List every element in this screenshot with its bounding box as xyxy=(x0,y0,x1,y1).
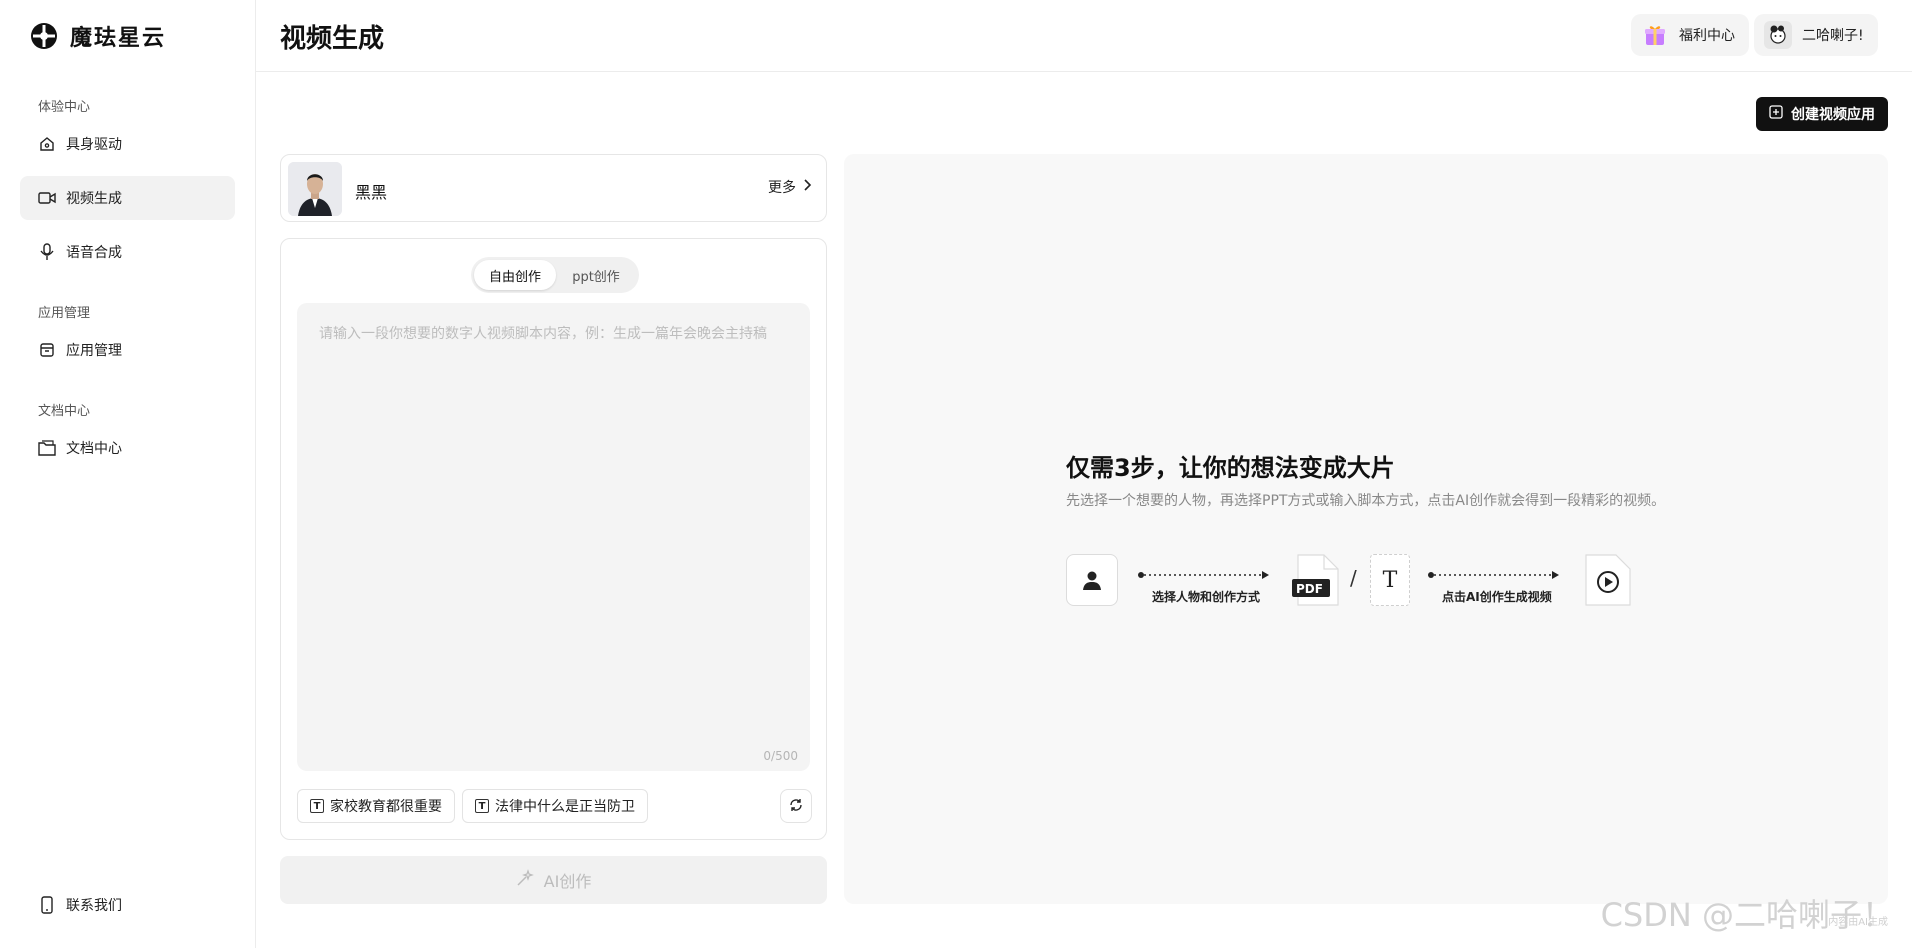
gift-icon xyxy=(1641,21,1669,49)
script-input[interactable] xyxy=(297,303,810,771)
home-icon xyxy=(38,135,56,153)
plus-square-icon xyxy=(1769,105,1783,123)
character-avatar xyxy=(288,162,342,216)
header: 视频生成 福利中心 二哈喇子! xyxy=(256,0,1912,72)
step2-label: 点击AI创作生成视频 xyxy=(1442,590,1552,604)
sidebar-item-label: 语音合成 xyxy=(66,245,122,261)
step-text: T xyxy=(1370,554,1410,606)
step-video xyxy=(1584,554,1632,606)
section-title-experience: 体验中心 xyxy=(38,100,91,115)
video-icon xyxy=(38,189,56,207)
step-person xyxy=(1066,554,1118,606)
brand-name: 魔珐星云 xyxy=(70,26,167,51)
section-title-app-management: 应用管理 xyxy=(38,306,91,321)
sidebar-item-label: 文档中心 xyxy=(66,441,122,457)
text-icon: T xyxy=(310,799,324,813)
character-selector[interactable]: 黑黑 更多 xyxy=(280,154,827,222)
brand[interactable]: 魔珐星云 xyxy=(30,20,166,52)
user-name: 二哈喇子! xyxy=(1802,28,1864,44)
step-pdf: PDF xyxy=(1292,554,1340,606)
welfare-center-button[interactable]: 福利中心 xyxy=(1631,14,1749,56)
create-video-app-button[interactable]: 创建视频应用 xyxy=(1756,97,1888,131)
section-title-docs: 文档中心 xyxy=(38,404,91,419)
char-counter: 0/500 xyxy=(763,749,798,763)
sidebar-item-video-generation[interactable]: 视频生成 xyxy=(20,176,235,220)
pdf-file-icon xyxy=(1292,554,1339,606)
welfare-center-label: 福利中心 xyxy=(1679,28,1735,44)
text-icon-label: T xyxy=(1382,567,1398,593)
text-file-icon: T xyxy=(1370,554,1410,606)
chevron-right-icon xyxy=(804,179,812,195)
tab-free-creation[interactable]: 自由创作 xyxy=(474,260,556,290)
tab-ppt-creation[interactable]: ppt创作 xyxy=(556,260,636,290)
box-icon xyxy=(38,341,56,359)
person-icon xyxy=(1066,554,1118,606)
sparkle-icon xyxy=(516,869,534,891)
preview-title: 仅需3步，让你的想法变成大片 xyxy=(1066,454,1395,482)
sidebar-item-app-management[interactable]: 应用管理 xyxy=(20,328,235,372)
refresh-suggestions-button[interactable] xyxy=(780,789,812,823)
create-video-app-label: 创建视频应用 xyxy=(1791,107,1875,123)
suggestion-label: 家校教育都很重要 xyxy=(330,799,442,815)
refresh-icon xyxy=(789,797,803,816)
sidebar-item-embodied-drive[interactable]: 具身驱动 xyxy=(20,122,235,166)
sidebar-item-label: 具身驱动 xyxy=(66,137,122,153)
suggestion-chip[interactable]: T 法律中什么是正当防卫 xyxy=(462,789,648,823)
folder-icon xyxy=(38,439,56,457)
page-title: 视频生成 xyxy=(280,24,385,54)
user-menu-button[interactable]: 二哈喇子! xyxy=(1754,14,1878,56)
character-name: 黑黑 xyxy=(355,183,388,202)
brand-logo-icon xyxy=(31,23,57,49)
slash-separator: / xyxy=(1350,566,1357,590)
suggestion-chip[interactable]: T 家校教育都很重要 xyxy=(297,789,455,823)
contact-us-label: 联系我们 xyxy=(66,898,122,914)
ai-create-label: AI创作 xyxy=(543,872,592,891)
arrow-icon xyxy=(1428,571,1559,579)
arrow-icon xyxy=(1138,571,1269,579)
microphone-icon xyxy=(38,243,56,261)
ai-create-button[interactable]: AI创作 xyxy=(280,856,827,904)
phone-icon xyxy=(38,896,56,914)
csdn-watermark: CSDN @二哈喇子！ xyxy=(1600,896,1894,934)
sidebar-item-label: 视频生成 xyxy=(66,191,122,207)
script-editor-card: 自由创作 ppt创作 0/500 T 家校教育都很重要 T 法律中什么是正当防卫 xyxy=(280,238,827,840)
suggestion-label: 法律中什么是正当防卫 xyxy=(495,799,635,815)
app-root: 魔珐星云 体验中心 具身驱动 视频生成 语音合成 应用管理 应用管理 文档中心 … xyxy=(0,0,1912,948)
more-label: 更多 xyxy=(768,180,796,196)
step1-label: 选择人物和创作方式 xyxy=(1152,590,1261,604)
preview-panel: 仅需3步，让你的想法变成大片 先选择一个想要的人物，再选择PPT方式或输入脚本方… xyxy=(844,154,1888,904)
text-icon: T xyxy=(475,799,489,813)
avatar xyxy=(1764,21,1792,49)
play-file-icon xyxy=(1585,554,1631,606)
sidebar-item-speech-synthesis[interactable]: 语音合成 xyxy=(20,230,235,274)
contact-us-button[interactable]: 联系我们 xyxy=(20,883,235,927)
more-characters-link[interactable]: 更多 xyxy=(768,177,812,197)
creation-mode-tabs: 自由创作 ppt创作 xyxy=(471,257,639,293)
sidebar-item-label: 应用管理 xyxy=(66,343,122,359)
sidebar: 魔珐星云 体验中心 具身驱动 视频生成 语音合成 应用管理 应用管理 文档中心 … xyxy=(0,0,256,948)
sidebar-item-docs[interactable]: 文档中心 xyxy=(20,426,235,470)
preview-subtitle: 先选择一个想要的人物，再选择PPT方式或输入脚本方式，点击AI创作就会得到一段精… xyxy=(1066,493,1666,509)
pdf-label: PDF xyxy=(1296,582,1323,596)
